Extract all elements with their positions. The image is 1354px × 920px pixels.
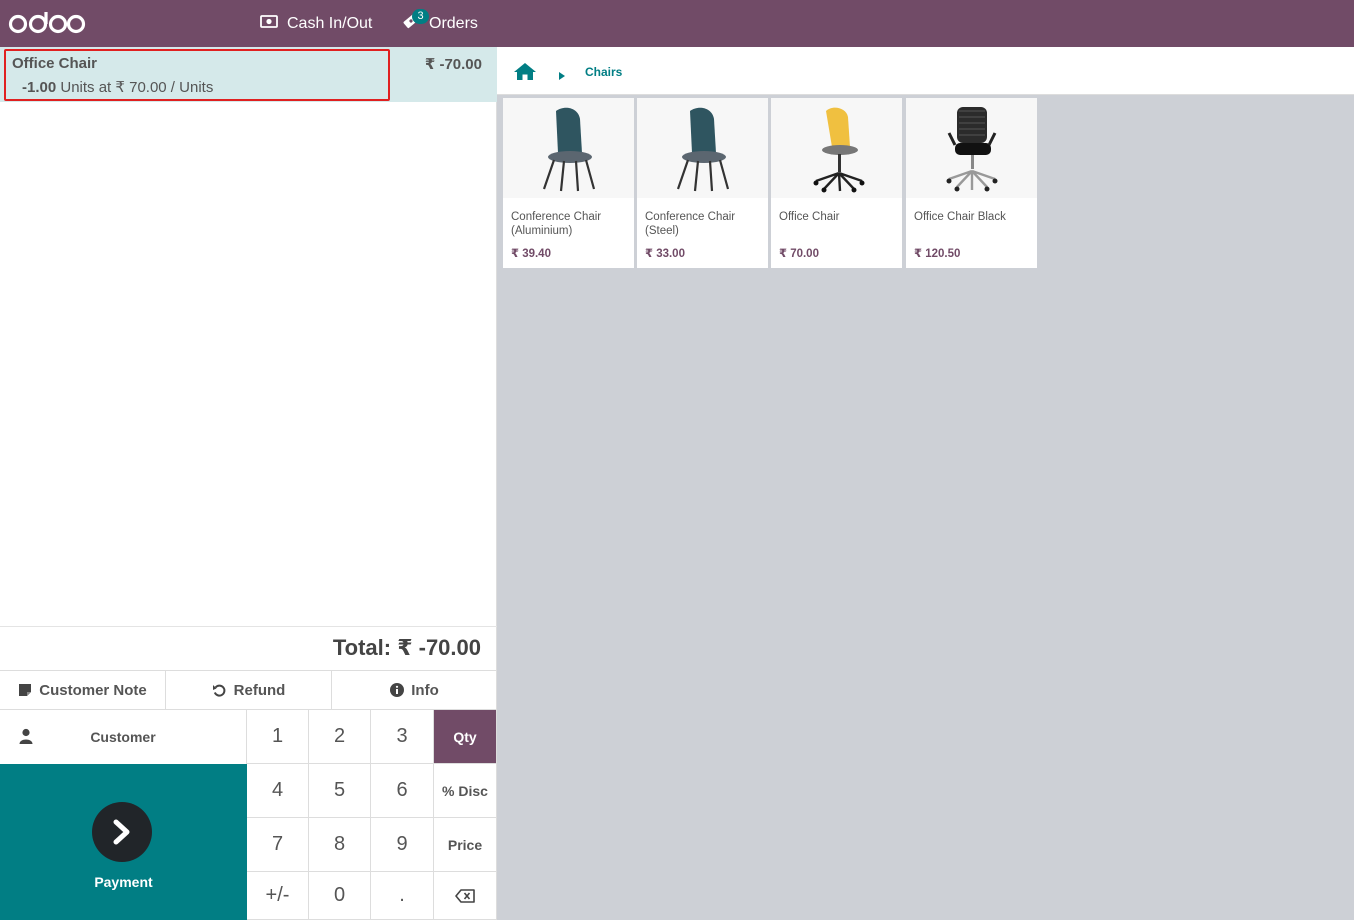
orders-label: Orders: [429, 14, 478, 32]
numpad-key-0[interactable]: 0: [309, 872, 371, 920]
numpad-key-1[interactable]: 1: [247, 710, 309, 764]
refund-button[interactable]: Refund: [166, 671, 332, 709]
numpad-key-3[interactable]: 3: [371, 710, 434, 764]
product-card[interactable]: Conference Chair (Steel) ₹ 33.00: [637, 98, 768, 268]
payment-label: Payment: [94, 874, 153, 890]
order-line-product-name: Office Chair: [12, 55, 98, 72]
home-icon[interactable]: [513, 62, 537, 86]
payment-button[interactable]: Payment: [0, 764, 247, 920]
customer-label: Customer: [90, 729, 156, 745]
user-icon: [19, 728, 33, 747]
info-button[interactable]: Info: [332, 671, 497, 709]
product-image: [503, 98, 634, 198]
order-line-qty: -1.00: [22, 79, 57, 96]
numpad-key-decimal[interactable]: .: [371, 872, 434, 920]
product-name: Conference Chair (Steel): [645, 211, 736, 237]
product-name: Conference Chair (Aluminium): [511, 211, 602, 237]
info-label: Info: [411, 681, 439, 699]
payment-circle: [92, 802, 152, 862]
order-line-detail: -1.00 Units at ₹ 70.00 / Units: [22, 78, 213, 96]
products-panel: Chairs Conference Chair (Aluminium) ₹ 39…: [497, 47, 1354, 920]
numpad-key-6[interactable]: 6: [371, 764, 434, 818]
chevron-right-icon: [113, 819, 130, 845]
product-price: ₹ 39.40: [511, 248, 551, 260]
discount-mode-button[interactable]: % Disc: [434, 764, 497, 818]
order-total: Total: ₹ -70.00: [332, 635, 481, 660]
order-line-price: ₹ -70.00: [424, 56, 482, 73]
total-row: Total: ₹ -70.00: [0, 626, 497, 670]
customer-note-label: Customer Note: [39, 681, 147, 699]
backspace-button[interactable]: [434, 872, 497, 920]
product-image: [637, 98, 768, 198]
product-image: [771, 98, 902, 198]
customer-note-button[interactable]: Customer Note: [0, 671, 166, 709]
cash-in-out-button[interactable]: Cash In/Out: [260, 0, 372, 47]
numpad-key-4[interactable]: 4: [247, 764, 309, 818]
backspace-icon: [455, 888, 475, 903]
orders-button[interactable]: 3 Orders: [402, 0, 478, 47]
breadcrumb: Chairs: [497, 47, 1354, 95]
order-line-selected[interactable]: Office Chair ₹ -70.00 -1.00 Units at ₹ 7…: [0, 47, 497, 102]
product-price: ₹ 120.50: [914, 248, 961, 260]
cash-icon: [260, 14, 278, 33]
product-name: Office Chair Black: [914, 211, 1006, 223]
qty-mode-button[interactable]: Qty: [434, 710, 497, 764]
numpad-key-7[interactable]: 7: [247, 818, 309, 872]
product-image: [906, 98, 1037, 198]
orders-count-badge: 3: [412, 9, 429, 24]
office-chair-icon: [813, 107, 864, 193]
top-bar: odoo Cash In/Out 3 Orders: [0, 0, 1354, 47]
conference-chair-icon: [676, 107, 729, 192]
product-price: ₹ 70.00: [779, 248, 819, 260]
product-card[interactable]: Conference Chair (Aluminium) ₹ 39.40: [503, 98, 634, 268]
price-mode-button[interactable]: Price: [434, 818, 497, 872]
product-name: Office Chair: [779, 211, 840, 223]
office-chair-black-icon: [946, 107, 997, 192]
numpad-key-8[interactable]: 8: [309, 818, 371, 872]
info-icon: [390, 683, 405, 697]
control-buttons: Customer Note Refund Info: [0, 670, 497, 710]
sticky-note-icon: [18, 683, 32, 697]
odoo-logo[interactable]: odoo: [8, 8, 88, 38]
breadcrumb-category-chairs[interactable]: Chairs: [585, 65, 622, 79]
product-price: ₹ 33.00: [645, 248, 685, 260]
product-card[interactable]: Office Chair ₹ 70.00: [771, 98, 902, 268]
conference-chair-icon: [542, 107, 595, 192]
product-card[interactable]: Office Chair Black ₹ 120.50: [906, 98, 1037, 268]
numpad-key-9[interactable]: 9: [371, 818, 434, 872]
numpad-key-plus-minus[interactable]: +/-: [247, 872, 309, 920]
order-line-unit-info: Units at ₹ 70.00 / Units: [60, 79, 214, 96]
numpad-key-2[interactable]: 2: [309, 710, 371, 764]
order-panel: Office Chair ₹ -70.00 -1.00 Units at ₹ 7…: [0, 47, 497, 920]
undo-icon: [212, 683, 227, 698]
numpad: 1 2 3 Qty 4 5 6 % Disc 7 8 9 Price +/- 0…: [247, 710, 497, 920]
customer-button[interactable]: Customer: [0, 710, 247, 764]
refund-label: Refund: [233, 681, 286, 699]
numpad-key-5[interactable]: 5: [309, 764, 371, 818]
cash-in-out-label: Cash In/Out: [287, 14, 373, 32]
breadcrumb-caret-icon: [559, 67, 565, 85]
